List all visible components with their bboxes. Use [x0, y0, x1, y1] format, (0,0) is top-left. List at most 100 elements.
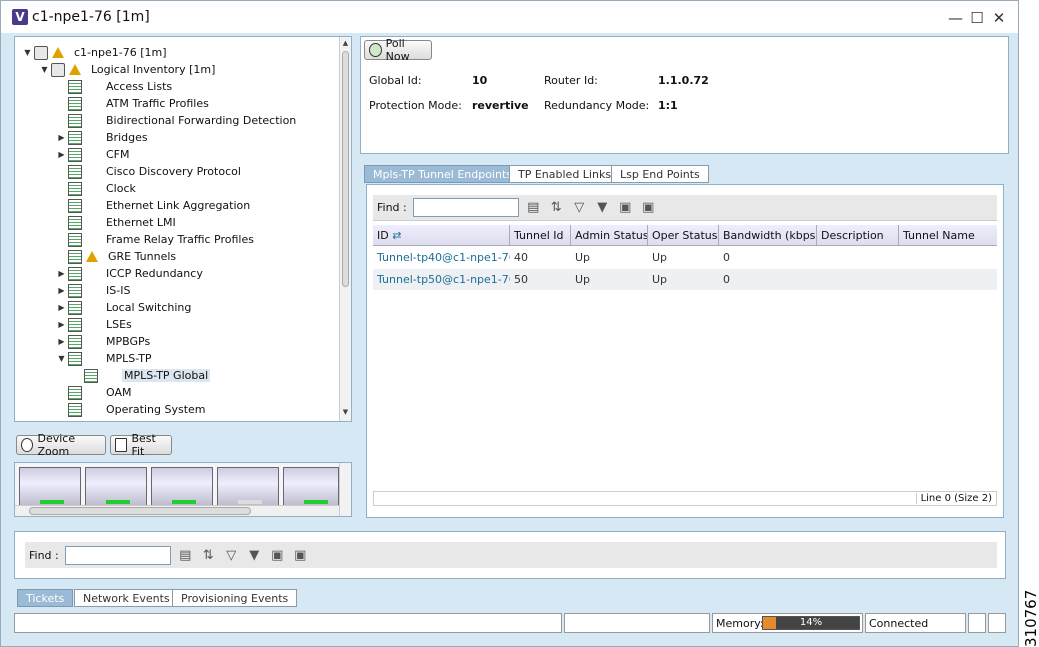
minimize-icon[interactable]: —: [948, 9, 963, 27]
table-icon: [68, 181, 82, 196]
table-row[interactable]: Tunnel-tp40@c1-npe1-76 40 Up Up 0: [373, 247, 997, 268]
save-filter-icon[interactable]: ▣: [617, 200, 634, 215]
device-zoom-button[interactable]: Device Zoom: [16, 432, 106, 458]
filter-icon[interactable]: ▽: [223, 548, 240, 563]
cell-oper-status: Up: [652, 273, 668, 286]
tree-item[interactable]: Ethernet Link Aggregation: [57, 197, 250, 214]
tree-item[interactable]: ▶ ICCP Redundancy: [57, 265, 203, 282]
cell-id[interactable]: Tunnel-tp50@c1-npe1-76: [373, 269, 510, 290]
tree-item[interactable]: GRE Tunnels: [57, 248, 176, 265]
table-icon: [68, 266, 82, 281]
row-count: Line 0 (Size 2): [915, 493, 992, 504]
column-header-oper-status[interactable]: Oper Status: [648, 225, 719, 246]
tree-item[interactable]: Access Lists: [57, 78, 172, 95]
tree-logical-inventory[interactable]: ▼ Logical Inventory [1m]: [40, 61, 215, 78]
status-segment: [564, 613, 710, 633]
tab-tunnel-endpoints[interactable]: Mpls-TP Tunnel Endpoints: [364, 165, 522, 183]
router-id-label: Router Id:: [544, 74, 598, 87]
chevron-down-icon[interactable]: ▼: [57, 354, 66, 363]
chevron-right-icon[interactable]: ▶: [57, 303, 66, 312]
tree-item-label: Access Lists: [106, 80, 173, 93]
table-icon: [68, 164, 82, 179]
advanced-filter-icon[interactable]: ▼: [246, 548, 263, 563]
tree-item[interactable]: ▶ Bridges: [57, 129, 148, 146]
tree-item[interactable]: Operating System: [57, 401, 206, 418]
cell-admin-status: Up: [575, 251, 591, 264]
chassis-vscrollbar[interactable]: [339, 463, 351, 516]
cell-admin-status: Up: [575, 273, 591, 286]
advanced-filter-icon[interactable]: ▼: [594, 200, 611, 215]
chevron-down-icon[interactable]: ▼: [23, 48, 32, 57]
chassis-view[interactable]: [14, 462, 352, 517]
tree-item[interactable]: ATM Traffic Profiles: [57, 95, 209, 112]
tree-item[interactable]: ▶ MPBGPs: [57, 333, 150, 350]
table-icon: [68, 249, 82, 264]
tree-item[interactable]: MPLS-TP Global: [73, 367, 211, 384]
sort-icon[interactable]: ⇅: [548, 200, 565, 215]
clear-filter-icon[interactable]: ▣: [292, 548, 309, 563]
chevron-right-icon[interactable]: ▶: [57, 320, 66, 329]
cell-id[interactable]: Tunnel-tp40@c1-npe1-76: [373, 247, 510, 268]
app-window: V c1-npe1-76 [1m] — ☐ ✕ ▼ c1-npe1-76 [1m…: [0, 0, 1019, 647]
tab-tp-enabled-links[interactable]: TP Enabled Links: [509, 165, 621, 183]
scroll-down-icon[interactable]: ▼: [340, 408, 351, 419]
column-header-id[interactable]: ID ⇄: [373, 225, 510, 246]
filter-icon[interactable]: ▽: [571, 200, 588, 215]
tab-lsp-end-points[interactable]: Lsp End Points: [611, 165, 709, 183]
tab-network-events[interactable]: Network Events: [74, 589, 179, 607]
tree-root[interactable]: ▼ c1-npe1-76 [1m]: [23, 44, 167, 61]
status-segment: [988, 613, 1006, 633]
cell-oper-status: Up: [652, 251, 668, 264]
chevron-right-icon[interactable]: ▶: [57, 337, 66, 346]
column-header-bandwidth[interactable]: Bandwidth (kbps): [719, 225, 817, 246]
tree-item[interactable]: ▶ LSEs: [57, 316, 132, 333]
close-icon[interactable]: ✕: [992, 9, 1006, 27]
tree-item[interactable]: ▶ CFM: [57, 146, 130, 163]
events-find-input[interactable]: [64, 545, 171, 565]
chevron-right-icon[interactable]: ▶: [57, 133, 66, 142]
tab-provisioning-events[interactable]: Provisioning Events: [172, 589, 298, 607]
global-id-label: Global Id:: [369, 74, 422, 87]
column-header-tunnel-name[interactable]: Tunnel Name: [899, 225, 997, 246]
column-header-admin-status[interactable]: Admin Status: [571, 225, 648, 246]
tree-scrollbar[interactable]: ▲ ▼: [339, 37, 351, 421]
chassis-module: [217, 467, 279, 507]
column-header-description[interactable]: Description: [817, 225, 899, 246]
poll-now-button[interactable]: Poll Now: [364, 37, 432, 63]
table-header: ID ⇄ Tunnel Id Admin Status Oper Status …: [373, 225, 997, 246]
tree-item[interactable]: Cisco Discovery Protocol: [57, 163, 241, 180]
tree-item[interactable]: OAM: [57, 384, 131, 401]
sort-icon[interactable]: ⇅: [200, 548, 217, 563]
tab-tickets[interactable]: Tickets: [17, 589, 74, 607]
save-filter-icon[interactable]: ▣: [269, 548, 286, 563]
scroll-up-icon[interactable]: ▲: [340, 39, 351, 50]
table-icon: [68, 198, 82, 213]
chassis-hscrollbar[interactable]: [15, 505, 341, 516]
chevron-right-icon[interactable]: ▶: [57, 269, 66, 278]
chevron-right-icon[interactable]: ▶: [57, 286, 66, 295]
window-title: c1-npe1-76 [1m]: [32, 9, 150, 25]
tree-item[interactable]: Frame Relay Traffic Profiles: [57, 231, 254, 248]
scroll-thumb[interactable]: [29, 507, 251, 515]
table-row[interactable]: Tunnel-tp50@c1-npe1-76 50 Up Up 0: [373, 269, 997, 290]
find-input[interactable]: [412, 198, 519, 217]
tree-item[interactable]: ▶ IS-IS: [57, 282, 130, 299]
export-icon[interactable]: ▤: [177, 548, 194, 563]
table-icon: [68, 385, 82, 400]
export-icon[interactable]: ▤: [525, 200, 542, 215]
tree-item[interactable]: ▼ MPLS-TP: [57, 350, 152, 367]
chevron-down-icon[interactable]: ▼: [40, 65, 49, 74]
tree-item[interactable]: ▶ Local Switching: [57, 299, 191, 316]
best-fit-button[interactable]: Best Fit: [110, 432, 172, 458]
chevron-right-icon[interactable]: ▶: [57, 150, 66, 159]
tree-item[interactable]: Ethernet LMI: [57, 214, 176, 231]
column-header-tunnel-id[interactable]: Tunnel Id: [510, 225, 571, 246]
maximize-icon[interactable]: ☐: [970, 9, 984, 27]
scroll-thumb[interactable]: [342, 51, 349, 287]
tree-item-label: Operating System: [106, 403, 206, 416]
tree-item-label: Cisco Discovery Protocol: [106, 165, 241, 178]
protection-mode-value: revertive: [472, 99, 529, 112]
tree-item[interactable]: Bidirectional Forwarding Detection: [57, 112, 296, 129]
clear-filter-icon[interactable]: ▣: [640, 200, 657, 215]
tree-item[interactable]: Clock: [57, 180, 136, 197]
